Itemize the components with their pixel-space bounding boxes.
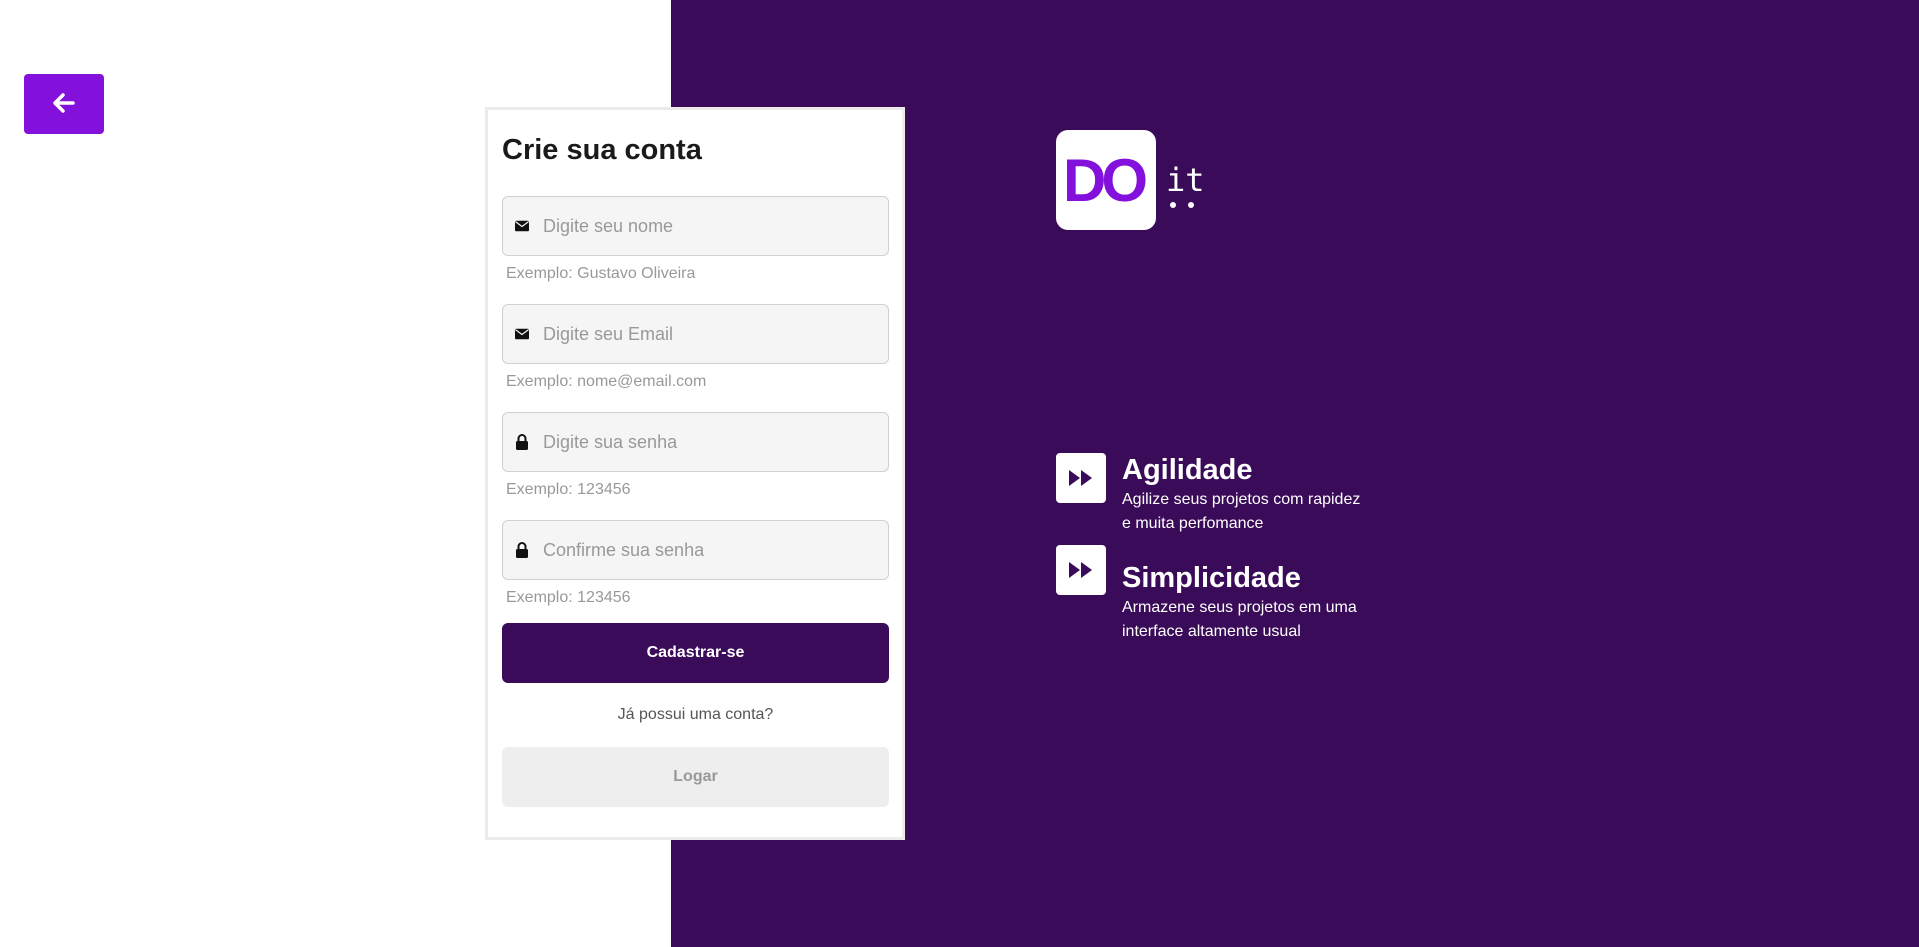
back-button[interactable] [24, 74, 104, 134]
password-input[interactable] [543, 431, 863, 453]
fast-forward-icon [1056, 545, 1106, 595]
signup-card: Crie sua conta Exemplo: Gustavo Oliveira… [485, 107, 905, 840]
confirm-password-field[interactable] [502, 520, 889, 580]
name-field[interactable] [502, 196, 889, 256]
form-title: Crie sua conta [502, 134, 702, 166]
email-hint: Exemplo: nome@email.com [506, 373, 707, 390]
fast-forward-icon [1056, 453, 1106, 503]
confirm-password-input[interactable] [543, 539, 863, 561]
name-hint: Exemplo: Gustavo Oliveira [506, 265, 696, 282]
logo-suffix-text: it [1166, 161, 1205, 199]
login-button[interactable]: Logar [502, 747, 889, 807]
feature-title-agilidade: Agilidade [1122, 454, 1253, 486]
feature-title-simplicidade: Simplicidade [1122, 562, 1301, 594]
signup-button[interactable]: Cadastrar-se [502, 623, 889, 683]
envelope-icon [515, 219, 529, 233]
lock-icon [515, 434, 529, 450]
email-input[interactable] [543, 323, 863, 345]
feature-desc-simplicidade: Armazene seus projetos em uma interface … [1122, 599, 1357, 640]
password-field[interactable] [502, 412, 889, 472]
feature-desc-agilidade: Agilize seus projetos com rapidez e muit… [1122, 491, 1361, 532]
signup-page: Crie sua conta Exemplo: Gustavo Oliveira… [0, 0, 1919, 947]
name-input[interactable] [543, 215, 863, 237]
arrow-left-icon [53, 92, 75, 116]
envelope-icon [515, 327, 529, 341]
logo-dots [1170, 202, 1194, 208]
logo: DO [1056, 130, 1156, 230]
confirm-password-hint: Exemplo: 123456 [506, 589, 631, 606]
logo-main-text: DO [1063, 146, 1148, 214]
has-account-text: Já possui uma conta? [617, 706, 774, 723]
password-hint: Exemplo: 123456 [506, 481, 631, 498]
lock-icon [515, 542, 529, 558]
email-field[interactable] [502, 304, 889, 364]
